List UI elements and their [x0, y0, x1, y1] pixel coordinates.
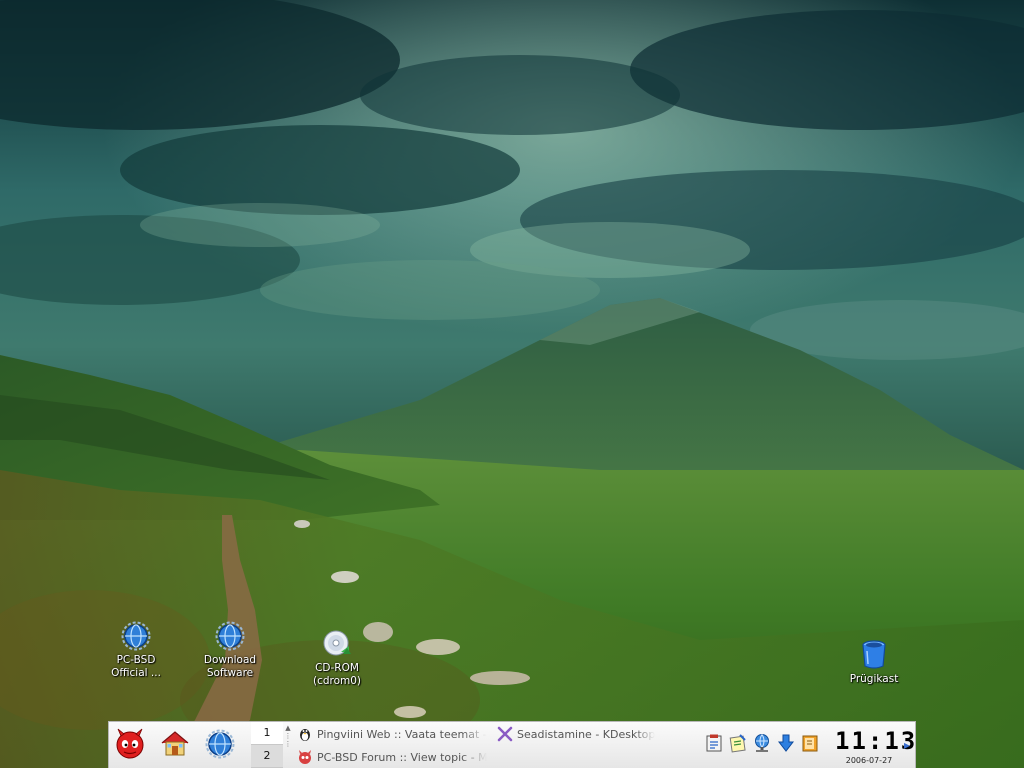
task-pingviini-web[interactable]: Pingviini Web :: Vaata teemat - T — [297, 723, 487, 745]
notes-icon — [728, 733, 748, 757]
cdrom-icon — [321, 628, 353, 660]
kicker-panel: 1 2 ▲ ⋮ ⋮ Pingviini Web :: Vaata teemat - … — [108, 721, 916, 768]
desktop-icon-label: CD-ROM — [315, 662, 359, 674]
clock-date: 2006-07-27 — [845, 756, 893, 765]
network-icon — [752, 733, 772, 757]
task-label: Seadistamine - KDesktop — [517, 727, 656, 741]
desktop-icon-label: Official ... — [111, 667, 161, 679]
desktop-icon-pcbsd-official[interactable]: PC-BSD Official ... — [96, 620, 176, 680]
pcbsd-menu-button[interactable] — [111, 727, 149, 765]
tray-update[interactable] — [775, 734, 797, 756]
tray-notes[interactable] — [727, 734, 749, 756]
tray-network[interactable] — [751, 734, 773, 756]
home-folder-button[interactable] — [156, 727, 194, 765]
desktop-icon-label: Software — [206, 667, 254, 679]
kde-x-icon — [497, 726, 513, 742]
tux-icon — [297, 726, 313, 742]
browser-launcher-button[interactable] — [201, 727, 239, 765]
home-icon — [159, 728, 191, 764]
globe-gear-icon — [204, 728, 236, 764]
taskbar-scroll-handle[interactable]: ▲ ⋮ ⋮ — [284, 724, 292, 766]
task-pcbsd-forum[interactable]: PC-BSD Forum :: View topic - My — [297, 746, 487, 768]
download-arrow-icon — [776, 733, 796, 757]
desktop-icon-label: Prügikast — [849, 673, 899, 685]
pager-desktop-2[interactable]: 2 — [251, 745, 283, 768]
task-label: PC-BSD Forum :: View topic - My — [317, 750, 487, 764]
pager-desktop-1[interactable]: 1 — [251, 722, 283, 745]
trash-icon — [858, 639, 890, 671]
desktop-icon-trash[interactable]: Prügikast — [834, 639, 914, 686]
desktop-icon-label: Download — [203, 654, 257, 666]
desktop-icon-label: (cdrom0) — [312, 675, 362, 687]
desktop-icon-label: PC-BSD — [116, 654, 156, 666]
task-seadistamine[interactable]: Seadistamine - KDesktop — [497, 723, 697, 745]
panel-hide-arrow-icon[interactable]: ▸ — [904, 737, 914, 753]
book-icon — [800, 733, 820, 757]
globe-gear-icon — [214, 620, 246, 652]
clipboard-icon — [704, 733, 724, 757]
beastie-icon — [113, 727, 147, 765]
taskbar: Pingviini Web :: Vaata teemat - T Seadis… — [293, 722, 701, 768]
tray-book[interactable] — [799, 734, 821, 756]
beastie-icon — [297, 749, 313, 765]
globe-gear-icon — [120, 620, 152, 652]
desktop-icon-cdrom[interactable]: CD-ROM (cdrom0) — [297, 628, 377, 688]
panel-clock[interactable]: 11:13 2006-07-27 — [835, 724, 918, 768]
system-tray — [703, 732, 823, 758]
desktop-icon-download-software[interactable]: Download Software — [190, 620, 270, 680]
desktop-pager: 1 2 — [251, 722, 283, 768]
clock-time: 11:13 — [835, 727, 918, 755]
task-label: Pingviini Web :: Vaata teemat - T — [317, 727, 487, 741]
tray-klipper[interactable] — [703, 734, 725, 756]
